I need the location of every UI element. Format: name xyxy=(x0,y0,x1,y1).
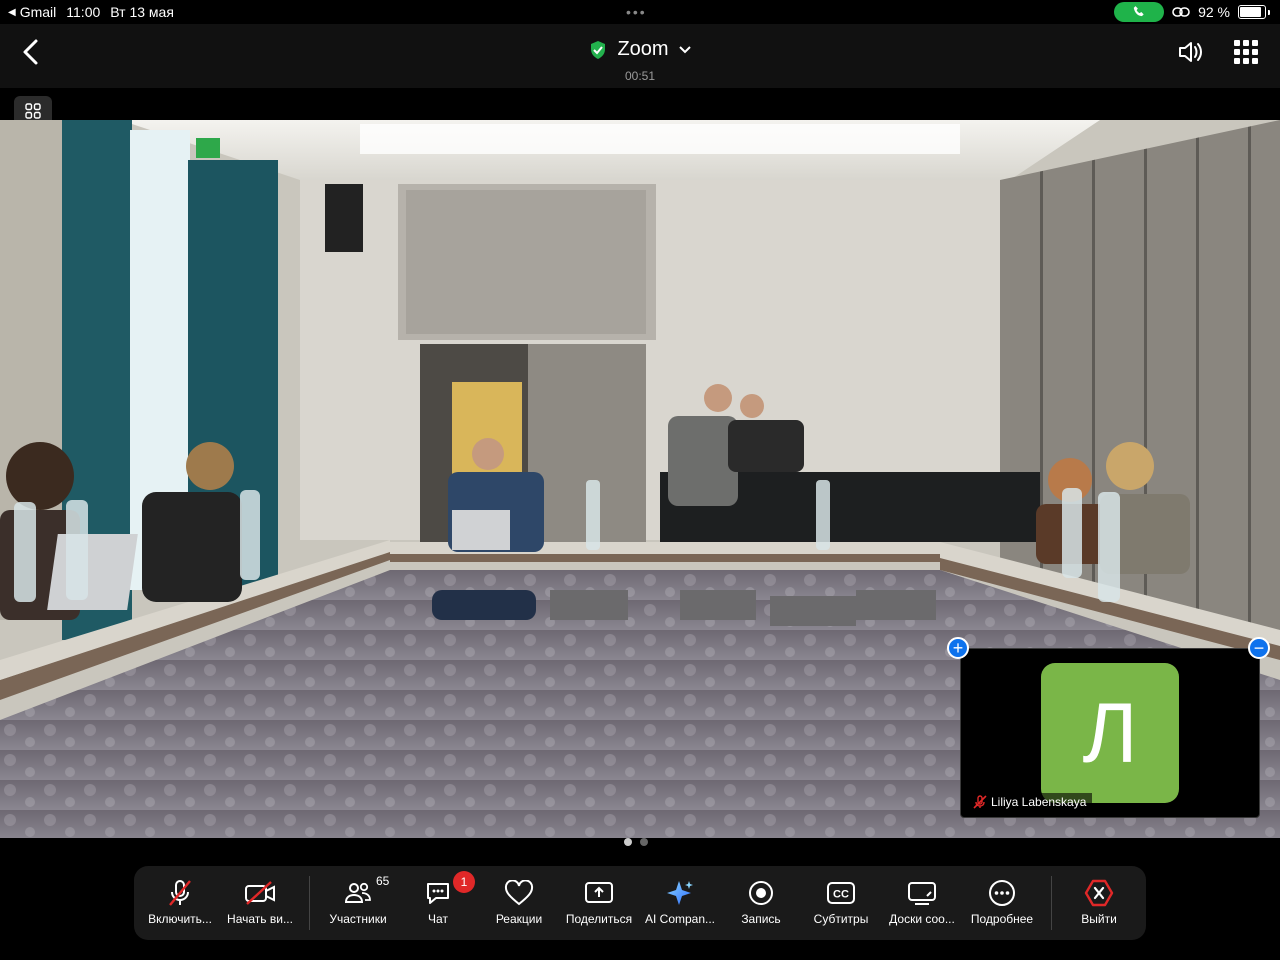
mic-off-icon xyxy=(169,880,191,906)
multitasking-dots-icon[interactable]: ••• xyxy=(626,4,647,20)
chevron-down-icon xyxy=(678,45,691,53)
chat-label: Чат xyxy=(428,912,448,926)
meeting-toolbar: Включить... Начать ви... Участники 65 Ча… xyxy=(134,866,1146,940)
back-app-label: Gmail xyxy=(19,4,57,20)
page-dot[interactable] xyxy=(640,838,648,846)
record-icon xyxy=(749,881,773,905)
self-avatar: Л xyxy=(1041,663,1179,803)
heart-icon xyxy=(504,880,534,906)
toolbar-separator xyxy=(1051,876,1052,930)
share-button[interactable]: Поделиться xyxy=(559,866,639,940)
participants-count: 65 xyxy=(376,874,390,888)
video-off-icon xyxy=(245,881,275,905)
captions-label: Субтитры xyxy=(813,912,869,926)
more-dots-icon xyxy=(989,880,1015,906)
page-indicator[interactable] xyxy=(624,838,648,846)
mic-muted-icon xyxy=(973,795,987,809)
start-video-label: Начать ви... xyxy=(227,912,293,926)
speaker-icon[interactable] xyxy=(1176,38,1204,66)
whiteboards-label: Доски соо... xyxy=(889,912,955,926)
back-triangle-icon: ◀ xyxy=(8,6,16,18)
minus-icon: − xyxy=(1253,638,1265,658)
meeting-title: Zoom xyxy=(617,38,669,60)
share-label: Поделиться xyxy=(565,912,633,926)
chat-unread-badge: 1 xyxy=(453,871,475,893)
more-label: Подробнее xyxy=(970,912,1034,926)
chat-bubble-icon xyxy=(427,883,449,904)
leave-label: Выйти xyxy=(1081,912,1117,926)
status-time: 11:00 xyxy=(66,4,101,20)
active-call-pill[interactable] xyxy=(1114,2,1165,22)
whiteboards-button[interactable]: Доски соо... xyxy=(882,866,962,940)
ai-companion-button[interactable]: AI Compan... xyxy=(640,866,720,940)
avatar-letter: Л xyxy=(1082,685,1138,780)
sparkle-icon xyxy=(667,881,693,905)
battery-percent: 92 % xyxy=(1198,4,1230,20)
status-date: Вт 13 мая xyxy=(110,4,174,20)
share-screen-icon xyxy=(585,882,613,903)
apps-grid-icon[interactable] xyxy=(1234,40,1258,64)
participants-label: Участники xyxy=(329,912,387,926)
whiteboard-icon xyxy=(908,882,936,905)
start-video-button[interactable]: Начать ви... xyxy=(220,866,300,940)
meeting-title-button[interactable]: Zoom xyxy=(589,38,691,61)
self-name-label: Liliya Labenskaya xyxy=(991,795,1087,809)
grid-view-icon xyxy=(25,103,41,119)
self-name-tag: Liliya Labenskaya xyxy=(967,793,1093,811)
self-view-tile[interactable]: Л Liliya Labenskaya xyxy=(960,648,1260,818)
status-bar: ◀ Gmail 11:00 Вт 13 мая ••• 92 % xyxy=(0,0,1280,24)
shield-check-icon xyxy=(591,40,606,59)
minimize-self-view-button[interactable]: − xyxy=(1248,637,1270,659)
reactions-label: Реакции xyxy=(495,912,543,926)
battery-icon xyxy=(1238,5,1266,19)
unmute-label: Включить... xyxy=(148,912,212,926)
unmute-button[interactable]: Включить... xyxy=(140,866,220,940)
meeting-timer: 00:51 xyxy=(624,68,656,83)
expand-self-view-button[interactable]: + xyxy=(947,637,969,659)
reactions-button[interactable]: Реакции xyxy=(479,866,559,940)
page-dot-active[interactable] xyxy=(624,838,632,846)
svg-text:CC: CC xyxy=(833,889,849,901)
plus-icon: + xyxy=(952,638,964,658)
toolbar-separator xyxy=(309,876,310,930)
participants-icon xyxy=(344,882,371,903)
meeting-top-bar: Zoom 00:51 xyxy=(0,24,1280,88)
leave-button[interactable]: Выйти xyxy=(1059,866,1139,940)
leave-hexagon-icon xyxy=(1084,879,1114,907)
more-button[interactable]: Подробнее xyxy=(962,866,1042,940)
captions-button[interactable]: CC Субтитры xyxy=(801,866,881,940)
link-icon xyxy=(1172,7,1190,17)
phone-icon xyxy=(1133,6,1144,17)
back-to-app-link[interactable]: ◀ Gmail xyxy=(8,4,56,20)
record-label: Запись xyxy=(741,912,781,926)
record-button[interactable]: Запись xyxy=(721,866,801,940)
closed-captions-icon: CC xyxy=(827,882,855,904)
ai-companion-label: AI Compan... xyxy=(644,912,716,926)
